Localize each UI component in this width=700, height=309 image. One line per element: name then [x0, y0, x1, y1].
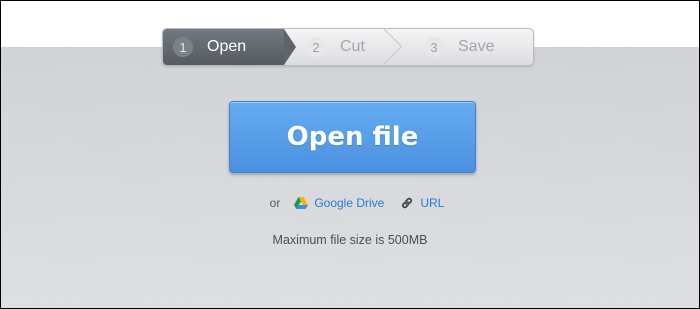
step-number: 1 — [173, 37, 193, 57]
alternative-sources: or Google Drive URL — [1, 194, 699, 212]
step-label: Cut — [340, 38, 365, 55]
url-link[interactable]: URL — [400, 196, 444, 210]
step-save[interactable]: 3 Save — [402, 29, 533, 65]
google-drive-label: Google Drive — [314, 196, 385, 210]
upload-area — [1, 47, 699, 308]
url-label: URL — [420, 196, 445, 210]
step-cut[interactable]: 2 Cut — [284, 29, 402, 65]
step-label: Save — [458, 38, 495, 55]
step-progress-bar: 1 Open 2 Cut 3 Save — [162, 28, 534, 66]
app-frame: 1 Open 2 Cut 3 Save Open file or Google … — [0, 0, 700, 309]
or-label: or — [269, 196, 281, 210]
step-open[interactable]: 1 Open — [163, 29, 296, 65]
step-number: 2 — [306, 37, 326, 57]
max-file-size-note: Maximum file size is 500MB — [272, 233, 428, 247]
google-drive-link[interactable]: Google Drive — [294, 196, 384, 210]
google-drive-icon — [294, 197, 309, 209]
open-file-button[interactable]: Open file — [229, 101, 476, 173]
link-icon — [402, 197, 413, 209]
step-label: Open — [207, 38, 247, 55]
step-number: 3 — [424, 37, 444, 57]
